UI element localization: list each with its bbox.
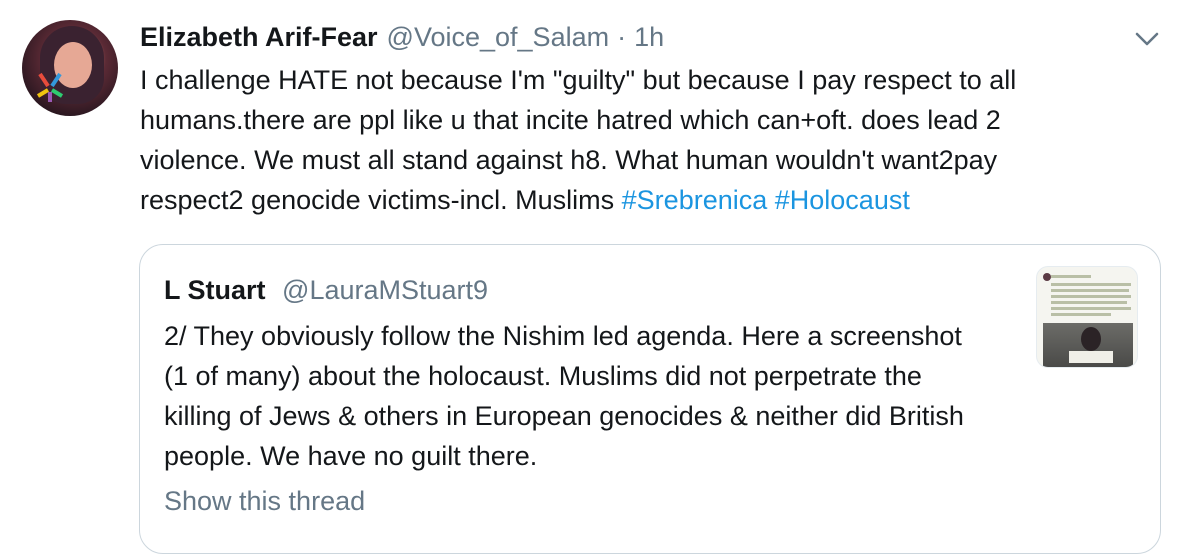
tweet-text-line: respect2 genocide victims-incl. Muslims … [140, 180, 1160, 220]
quoted-tweet-image[interactable] [1036, 266, 1138, 368]
thumbnail-avatar [1043, 273, 1051, 281]
quoted-author-name: L Stuart [164, 275, 266, 305]
chevron-down-icon[interactable] [1132, 28, 1162, 50]
thumbnail-sign [1069, 351, 1113, 363]
tweet-text-line: violence. We must all stand against h8. … [140, 145, 998, 175]
tweet-header: Elizabeth Arif-Fear @Voice_of_Salam · 1h [140, 22, 664, 56]
quoted-text-line: killing of Jews & others in European gen… [164, 401, 964, 431]
together-logo-icon [36, 72, 64, 102]
quoted-author-handle: @LauraMStuart9 [282, 275, 489, 305]
hashtag-link[interactable]: #Srebrenica [622, 185, 768, 215]
tweet-timestamp[interactable]: 1h [634, 22, 664, 53]
quoted-tweet-text: 2/ They obviously follow the Nishim led … [164, 316, 1024, 476]
author-name[interactable]: Elizabeth Arif-Fear [140, 22, 378, 53]
author-handle[interactable]: @Voice_of_Salam [387, 22, 610, 53]
tweet-text-last: respect2 genocide victims-incl. Muslims [140, 185, 622, 215]
quoted-text-line: 2/ They obviously follow the Nishim led … [164, 321, 962, 351]
quoted-text-line: (1 of many) about the holocaust. Muslims… [164, 361, 922, 391]
hashtag-link[interactable]: #Holocaust [775, 185, 910, 215]
quoted-tweet-header: L Stuart @LauraMStuart9 [164, 275, 488, 306]
tweet-text: I challenge HATE not because I'm "guilty… [140, 60, 1160, 220]
thumbnail-person [1081, 327, 1101, 351]
author-avatar[interactable] [22, 20, 118, 116]
tweet-text-line: humans.there are ppl like u that incite … [140, 105, 1001, 135]
header-separator: · [617, 22, 627, 52]
tweet-text-line: I challenge HATE not because I'm "guilty… [140, 65, 1017, 95]
tweet[interactable]: Elizabeth Arif-Fear @Voice_of_Salam · 1h… [0, 0, 1200, 554]
quoted-text-line: people. We have no guilt there. [164, 441, 538, 471]
show-thread-link[interactable]: Show this thread [164, 486, 365, 517]
